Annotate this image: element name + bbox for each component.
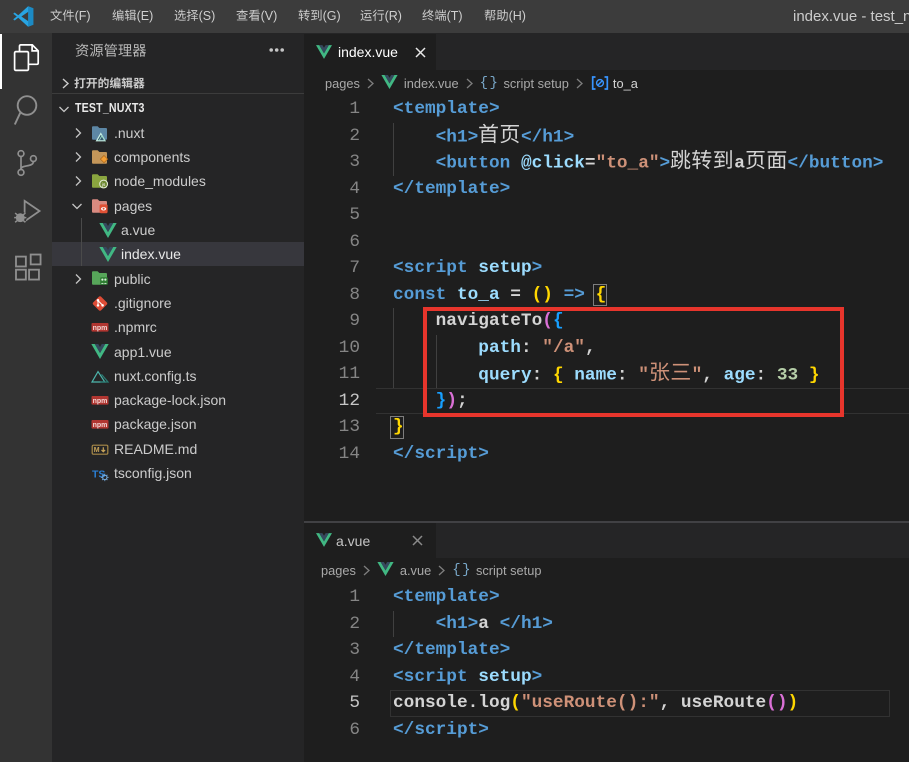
svg-text:npm: npm (93, 398, 108, 405)
svg-text:npm: npm (93, 422, 108, 429)
svg-text:js: js (101, 182, 106, 187)
svg-text:npm: npm (93, 325, 108, 332)
svg-text:M: M (94, 447, 100, 454)
